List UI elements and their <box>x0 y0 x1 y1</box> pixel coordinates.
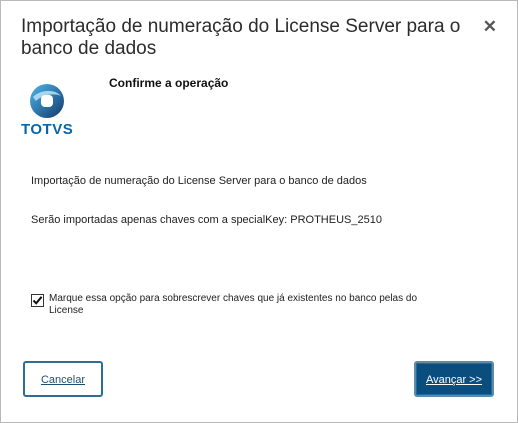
special-key-text: Serão importadas apenas chaves com a spe… <box>31 214 382 226</box>
dialog-title: Importação de numeração do License Serve… <box>21 16 461 59</box>
cancel-button[interactable]: Cancelar <box>23 361 103 397</box>
overwrite-checkbox[interactable] <box>31 294 44 307</box>
confirm-heading: Confirme a operação <box>109 76 229 90</box>
next-button[interactable]: Avançar >> <box>414 361 494 397</box>
close-icon[interactable]: ✕ <box>483 17 497 37</box>
overwrite-label[interactable]: Marque essa opção para sobrescrever chav… <box>49 293 419 317</box>
import-dialog: Importação de numeração do License Serve… <box>0 0 518 423</box>
check-mark-icon <box>32 296 43 305</box>
totvs-logo-text: TOTVS <box>21 121 74 138</box>
operation-description: Importação de numeração do License Serve… <box>31 175 367 187</box>
